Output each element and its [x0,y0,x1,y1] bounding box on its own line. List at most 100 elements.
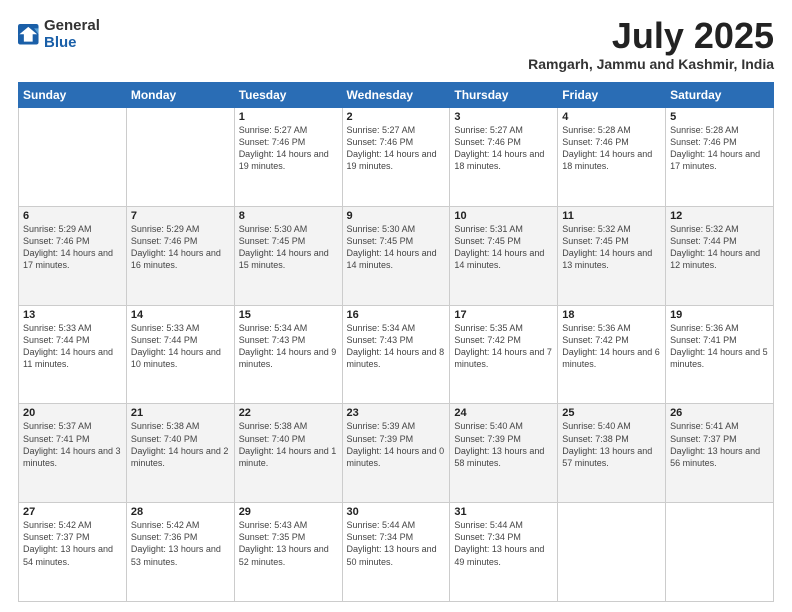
table-row: 21Sunrise: 5:38 AM Sunset: 7:40 PM Dayli… [126,404,234,503]
col-friday: Friday [558,83,666,108]
day-number: 20 [23,407,122,419]
day-info: Sunrise: 5:42 AM Sunset: 7:36 PM Dayligh… [131,519,230,568]
table-row: 15Sunrise: 5:34 AM Sunset: 7:43 PM Dayli… [234,305,342,404]
day-number: 5 [670,111,769,123]
table-row: 19Sunrise: 5:36 AM Sunset: 7:41 PM Dayli… [666,305,774,404]
table-row: 4Sunrise: 5:28 AM Sunset: 7:46 PM Daylig… [558,108,666,207]
day-info: Sunrise: 5:32 AM Sunset: 7:45 PM Dayligh… [562,223,661,272]
table-row: 17Sunrise: 5:35 AM Sunset: 7:42 PM Dayli… [450,305,558,404]
day-info: Sunrise: 5:30 AM Sunset: 7:45 PM Dayligh… [239,223,338,272]
month-title: July 2025 [528,18,774,54]
day-number: 24 [454,407,553,419]
table-row [19,108,127,207]
day-info: Sunrise: 5:43 AM Sunset: 7:35 PM Dayligh… [239,519,338,568]
day-number: 6 [23,210,122,222]
logo-text: General Blue [44,18,100,51]
day-info: Sunrise: 5:44 AM Sunset: 7:34 PM Dayligh… [454,519,553,568]
table-row: 11Sunrise: 5:32 AM Sunset: 7:45 PM Dayli… [558,206,666,305]
day-info: Sunrise: 5:44 AM Sunset: 7:34 PM Dayligh… [347,519,446,568]
title-block: July 2025 Ramgarh, Jammu and Kashmir, In… [528,18,774,72]
day-number: 21 [131,407,230,419]
table-row: 2Sunrise: 5:27 AM Sunset: 7:46 PM Daylig… [342,108,450,207]
day-info: Sunrise: 5:31 AM Sunset: 7:45 PM Dayligh… [454,223,553,272]
day-info: Sunrise: 5:36 AM Sunset: 7:41 PM Dayligh… [670,322,769,371]
day-info: Sunrise: 5:27 AM Sunset: 7:46 PM Dayligh… [239,124,338,173]
logo-icon [18,24,40,46]
day-number: 4 [562,111,661,123]
day-info: Sunrise: 5:36 AM Sunset: 7:42 PM Dayligh… [562,322,661,371]
table-row: 1Sunrise: 5:27 AM Sunset: 7:46 PM Daylig… [234,108,342,207]
day-info: Sunrise: 5:28 AM Sunset: 7:46 PM Dayligh… [562,124,661,173]
table-row: 18Sunrise: 5:36 AM Sunset: 7:42 PM Dayli… [558,305,666,404]
day-number: 27 [23,506,122,518]
day-number: 15 [239,309,338,321]
day-info: Sunrise: 5:40 AM Sunset: 7:39 PM Dayligh… [454,420,553,469]
table-row: 30Sunrise: 5:44 AM Sunset: 7:34 PM Dayli… [342,503,450,602]
day-info: Sunrise: 5:33 AM Sunset: 7:44 PM Dayligh… [131,322,230,371]
day-number: 16 [347,309,446,321]
day-info: Sunrise: 5:38 AM Sunset: 7:40 PM Dayligh… [131,420,230,469]
location-subtitle: Ramgarh, Jammu and Kashmir, India [528,56,774,72]
day-number: 25 [562,407,661,419]
table-row: 3Sunrise: 5:27 AM Sunset: 7:46 PM Daylig… [450,108,558,207]
table-row [126,108,234,207]
col-wednesday: Wednesday [342,83,450,108]
col-saturday: Saturday [666,83,774,108]
day-info: Sunrise: 5:34 AM Sunset: 7:43 PM Dayligh… [347,322,446,371]
day-info: Sunrise: 5:37 AM Sunset: 7:41 PM Dayligh… [23,420,122,469]
day-number: 22 [239,407,338,419]
calendar-week-row: 6Sunrise: 5:29 AM Sunset: 7:46 PM Daylig… [19,206,774,305]
day-number: 2 [347,111,446,123]
day-info: Sunrise: 5:39 AM Sunset: 7:39 PM Dayligh… [347,420,446,469]
day-info: Sunrise: 5:30 AM Sunset: 7:45 PM Dayligh… [347,223,446,272]
logo-blue: Blue [44,35,100,52]
table-row [558,503,666,602]
day-info: Sunrise: 5:42 AM Sunset: 7:37 PM Dayligh… [23,519,122,568]
day-info: Sunrise: 5:33 AM Sunset: 7:44 PM Dayligh… [23,322,122,371]
table-row: 29Sunrise: 5:43 AM Sunset: 7:35 PM Dayli… [234,503,342,602]
day-info: Sunrise: 5:38 AM Sunset: 7:40 PM Dayligh… [239,420,338,469]
day-number: 28 [131,506,230,518]
table-row: 27Sunrise: 5:42 AM Sunset: 7:37 PM Dayli… [19,503,127,602]
day-number: 14 [131,309,230,321]
col-monday: Monday [126,83,234,108]
day-info: Sunrise: 5:41 AM Sunset: 7:37 PM Dayligh… [670,420,769,469]
day-info: Sunrise: 5:35 AM Sunset: 7:42 PM Dayligh… [454,322,553,371]
col-thursday: Thursday [450,83,558,108]
table-row: 28Sunrise: 5:42 AM Sunset: 7:36 PM Dayli… [126,503,234,602]
day-info: Sunrise: 5:29 AM Sunset: 7:46 PM Dayligh… [23,223,122,272]
day-number: 11 [562,210,661,222]
calendar-table: Sunday Monday Tuesday Wednesday Thursday… [18,82,774,602]
calendar-week-row: 27Sunrise: 5:42 AM Sunset: 7:37 PM Dayli… [19,503,774,602]
day-number: 1 [239,111,338,123]
day-number: 12 [670,210,769,222]
col-tuesday: Tuesday [234,83,342,108]
logo: General Blue [18,18,100,51]
day-info: Sunrise: 5:34 AM Sunset: 7:43 PM Dayligh… [239,322,338,371]
table-row: 22Sunrise: 5:38 AM Sunset: 7:40 PM Dayli… [234,404,342,503]
day-number: 26 [670,407,769,419]
day-number: 3 [454,111,553,123]
table-row: 9Sunrise: 5:30 AM Sunset: 7:45 PM Daylig… [342,206,450,305]
calendar-week-row: 1Sunrise: 5:27 AM Sunset: 7:46 PM Daylig… [19,108,774,207]
day-number: 19 [670,309,769,321]
col-sunday: Sunday [19,83,127,108]
day-info: Sunrise: 5:27 AM Sunset: 7:46 PM Dayligh… [347,124,446,173]
day-number: 17 [454,309,553,321]
table-row: 16Sunrise: 5:34 AM Sunset: 7:43 PM Dayli… [342,305,450,404]
table-row: 8Sunrise: 5:30 AM Sunset: 7:45 PM Daylig… [234,206,342,305]
day-info: Sunrise: 5:32 AM Sunset: 7:44 PM Dayligh… [670,223,769,272]
table-row: 14Sunrise: 5:33 AM Sunset: 7:44 PM Dayli… [126,305,234,404]
table-row: 5Sunrise: 5:28 AM Sunset: 7:46 PM Daylig… [666,108,774,207]
day-number: 13 [23,309,122,321]
day-number: 31 [454,506,553,518]
table-row: 24Sunrise: 5:40 AM Sunset: 7:39 PM Dayli… [450,404,558,503]
page-header: General Blue July 2025 Ramgarh, Jammu an… [18,18,774,72]
table-row: 6Sunrise: 5:29 AM Sunset: 7:46 PM Daylig… [19,206,127,305]
day-number: 9 [347,210,446,222]
day-number: 30 [347,506,446,518]
day-number: 29 [239,506,338,518]
table-row: 23Sunrise: 5:39 AM Sunset: 7:39 PM Dayli… [342,404,450,503]
calendar-header-row: Sunday Monday Tuesday Wednesday Thursday… [19,83,774,108]
day-info: Sunrise: 5:29 AM Sunset: 7:46 PM Dayligh… [131,223,230,272]
